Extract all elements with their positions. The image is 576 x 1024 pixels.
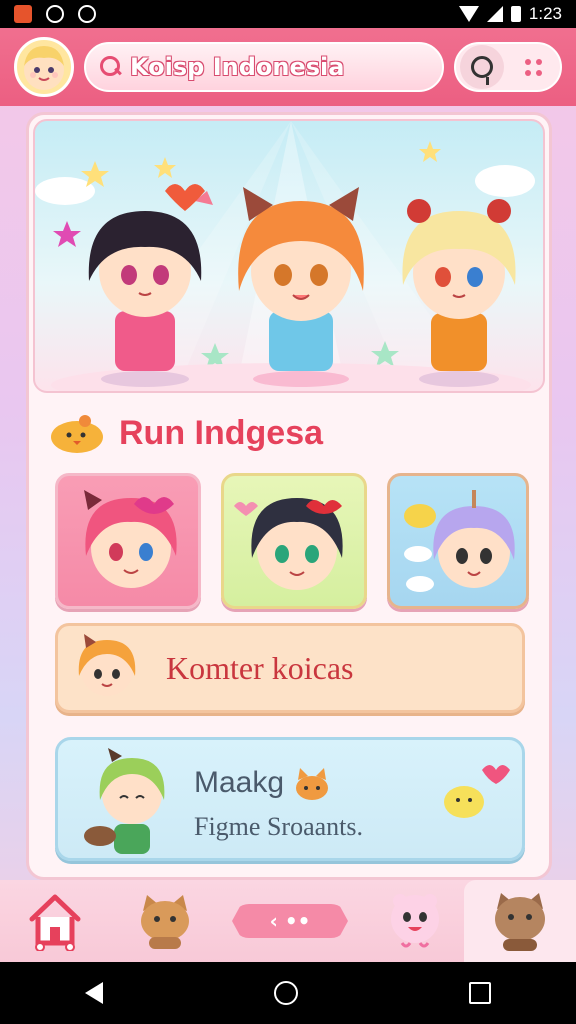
status-time: 1:23: [528, 4, 562, 23]
card-komter[interactable]: Komter koicas: [55, 623, 525, 713]
cat-mascot-icon: [141, 895, 189, 949]
nav-center-pill[interactable]: ‹ ••: [232, 904, 348, 938]
status-bar: 1:23: [0, 0, 576, 28]
header-actions: [454, 42, 562, 92]
nav-brown-cat[interactable]: [464, 880, 576, 962]
avatar-character-icon: [24, 46, 64, 90]
lavender-haired-character-icon: [404, 490, 515, 592]
search-bar[interactable]: Koisp Indonesia: [84, 42, 444, 92]
signal-icon: [486, 6, 503, 22]
brown-cat-icon: [495, 893, 545, 951]
main-card: Run Indgesa Komter koicas Maakg Figme Sr…: [26, 112, 552, 880]
nav-pill-text: ‹ ••: [269, 909, 311, 933]
search-icon: [471, 56, 493, 85]
tile-lavender-haired-character[interactable]: [387, 473, 529, 609]
system-nav-bar: [0, 962, 576, 1024]
avatar[interactable]: [14, 37, 74, 97]
card-komter-title: Komter koicas: [166, 649, 354, 686]
section-header: Run Indgesa: [49, 411, 323, 455]
green-haired-character-icon: [84, 748, 165, 854]
nav-home[interactable]: [0, 880, 110, 962]
wifi-icon: [458, 6, 479, 22]
nav-cat[interactable]: [110, 880, 220, 962]
nav-center[interactable]: ‹ ••: [220, 880, 360, 962]
home-button-icon[interactable]: [273, 981, 298, 1005]
pet-icon: [391, 894, 439, 948]
app-notification-icon: [14, 5, 32, 23]
app-header: Koisp Indonesia: [0, 28, 576, 106]
pink-haired-character-icon: [84, 490, 177, 588]
search-button[interactable]: [460, 45, 504, 89]
dark-haired-character-icon: [234, 498, 343, 590]
battery-icon: [510, 6, 521, 22]
card-maakg-subtitle: Figme Sroaants.: [194, 812, 363, 841]
hero-illustration: [35, 121, 535, 391]
more-dots-icon[interactable]: [525, 58, 542, 76]
card-maakg-title: Maakg: [194, 766, 285, 799]
hero-banner[interactable]: [33, 119, 545, 393]
card-maakg[interactable]: Maakg Figme Sroaants.: [55, 737, 525, 861]
orange-haired-character-icon: [78, 634, 136, 696]
recent-apps-icon[interactable]: [468, 982, 491, 1004]
circle-status-icon: [46, 5, 64, 23]
chick-mascot-icon: [51, 415, 103, 453]
nav-pet[interactable]: [360, 880, 470, 962]
circle-status-icon: [78, 5, 96, 23]
heart-chick-icon: [444, 765, 510, 818]
back-icon[interactable]: [85, 982, 104, 1004]
search-text: Koisp Indonesia: [130, 53, 345, 81]
home-icon: [29, 894, 81, 951]
tile-dark-haired-character[interactable]: [221, 473, 367, 609]
section-title: Run Indgesa: [119, 413, 324, 452]
search-icon: [100, 56, 122, 78]
orange-cat-icon: [296, 768, 328, 800]
bottom-nav: ‹ ••: [0, 880, 576, 962]
tile-pink-haired-character[interactable]: [55, 473, 201, 609]
character-tiles: [55, 473, 529, 609]
